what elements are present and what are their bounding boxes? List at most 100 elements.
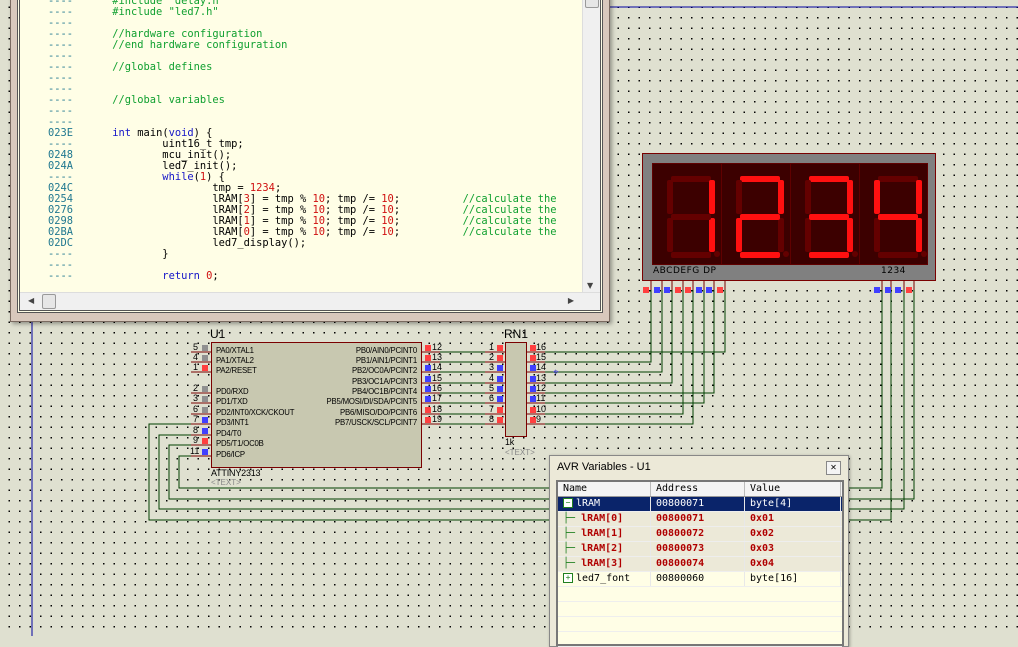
rn1-pin[interactable] (497, 376, 503, 382)
column-name[interactable]: Name (558, 482, 651, 496)
segment-dp (852, 251, 858, 257)
segment-f (667, 180, 673, 214)
table-header: Name Address Value (558, 482, 842, 497)
collapse-icon[interactable]: − (563, 498, 573, 508)
rn1-pin[interactable] (497, 417, 503, 423)
u1-pin[interactable] (202, 396, 208, 402)
u1-pin[interactable] (202, 365, 208, 371)
u1-pin-name: PB5/MOSI/DI/SDA/PCINT5 (326, 397, 418, 406)
u1-pin[interactable] (425, 355, 431, 361)
u1-pin[interactable] (425, 365, 431, 371)
u1-pin-number: 17 (432, 393, 443, 403)
variable-row[interactable]: ├─ lRAM[0] 00800071 0x01 (558, 512, 842, 527)
segment-a (878, 176, 918, 182)
segment-dp (783, 251, 789, 257)
u1-pin[interactable] (425, 417, 431, 423)
display-pin[interactable] (706, 287, 712, 293)
column-address[interactable]: Address (651, 482, 745, 496)
variable-address: 00800072 (651, 527, 745, 541)
code-line: ---- while(1) { (20, 172, 582, 183)
rn1-pin[interactable] (497, 365, 503, 371)
segment-d (740, 252, 780, 258)
u1-pin[interactable] (425, 407, 431, 413)
variable-name: ├─ lRAM[1] (558, 527, 651, 541)
horizontal-scrollbar[interactable]: ◀ ▶ (20, 292, 600, 310)
u1-pin-number: 4 (193, 352, 199, 362)
variable-row[interactable]: ├─ lRAM[3] 00800074 0x04 (558, 557, 842, 572)
u1-pin[interactable] (202, 438, 208, 444)
u1-pin[interactable] (425, 396, 431, 402)
display-pin[interactable] (664, 287, 670, 293)
u1-pin[interactable] (425, 376, 431, 382)
code-token: ; (212, 270, 219, 282)
u1-pin[interactable] (202, 417, 208, 423)
code-line: ---- (20, 73, 582, 84)
segment-e (667, 218, 673, 252)
seven-segment-display[interactable]: ABCDEFG DP 1234 (642, 153, 936, 281)
display-pin[interactable] (696, 287, 702, 293)
display-pin[interactable] (717, 287, 723, 293)
variable-row[interactable]: − lRAM 00800071 byte[4] (558, 497, 842, 512)
u1-pin[interactable] (202, 428, 208, 434)
display-pin[interactable] (685, 287, 691, 293)
display-digit-pin[interactable] (895, 287, 901, 293)
code-line: ---- #include "delay.h" (20, 0, 582, 7)
variable-address: 00800074 (651, 557, 745, 571)
variable-row[interactable]: ├─ lRAM[2] 00800073 0x03 (558, 542, 842, 557)
display-digit-pin[interactable] (885, 287, 891, 293)
segment-d (809, 252, 849, 258)
expand-icon[interactable]: + (563, 573, 573, 583)
variable-row[interactable]: + led7_font 00800060 byte[16] (558, 572, 842, 587)
u1-pin[interactable] (202, 345, 208, 351)
u1-pin-name: PB1/AIN1/PCINT1 (355, 356, 417, 365)
display-digit-pin[interactable] (906, 287, 912, 293)
u1-pin-name: PD6/ICP (216, 450, 245, 459)
scroll-right-icon[interactable]: ▶ (568, 296, 574, 305)
u1-pin-number: 14 (432, 362, 443, 372)
empty-row (558, 602, 842, 617)
digit-label: 1234 (881, 266, 906, 276)
segment-f (805, 180, 811, 214)
rn1-pin[interactable] (497, 345, 503, 351)
scroll-thumb[interactable] (585, 0, 599, 8)
rn1-pin[interactable] (497, 407, 503, 413)
rn1-pin[interactable] (497, 355, 503, 361)
display-digit-pin[interactable] (874, 287, 880, 293)
code-token: //global variables (112, 94, 225, 106)
display-pin[interactable] (675, 287, 681, 293)
rn1-pin-number: 2 (489, 352, 495, 362)
u1-pin[interactable] (202, 386, 208, 392)
rn1-pin[interactable] (497, 396, 503, 402)
scroll-down-icon[interactable]: ▼ (587, 281, 593, 290)
u1-pin[interactable] (425, 386, 431, 392)
rn1-resistor-network[interactable] (505, 342, 527, 437)
code-line: ---- (20, 117, 582, 128)
close-icon[interactable]: ✕ (826, 461, 841, 475)
u1-pin-number: 1 (193, 362, 199, 372)
u1-pin-number: 8 (193, 425, 199, 435)
variable-value: 0x03 (745, 542, 841, 556)
u1-pin-number: 16 (432, 383, 443, 393)
u1-pin[interactable] (202, 407, 208, 413)
vertical-scrollbar[interactable]: ▼ (582, 0, 600, 292)
display-pin[interactable] (643, 287, 649, 293)
u1-pin-number: 9 (193, 435, 199, 445)
code-token: ; tmp /= (324, 226, 382, 238)
hscroll-thumb[interactable] (42, 294, 56, 309)
code-token: //end hardware configuration (112, 39, 288, 51)
u1-pin[interactable] (425, 345, 431, 351)
rn1-pin-number: 9 (536, 414, 542, 424)
variable-value: byte[16] (745, 572, 841, 586)
variable-row[interactable]: ├─ lRAM[1] 00800072 0x02 (558, 527, 842, 542)
display-pin[interactable] (654, 287, 660, 293)
column-value[interactable]: Value (745, 482, 841, 496)
u1-pin[interactable] (202, 355, 208, 361)
u1-pin-name: PB4/OC1B/PCINT4 (351, 387, 417, 396)
rn1-pin-number: 12 (536, 383, 547, 393)
code-line: ---- uint16_t tmp; (20, 139, 582, 150)
u1-pin-name: PD0/RXD (216, 387, 249, 396)
code-line: ---- return 0; (20, 271, 582, 282)
scroll-left-icon[interactable]: ◀ (28, 296, 34, 305)
u1-pin[interactable] (202, 449, 208, 455)
rn1-pin[interactable] (497, 386, 503, 392)
